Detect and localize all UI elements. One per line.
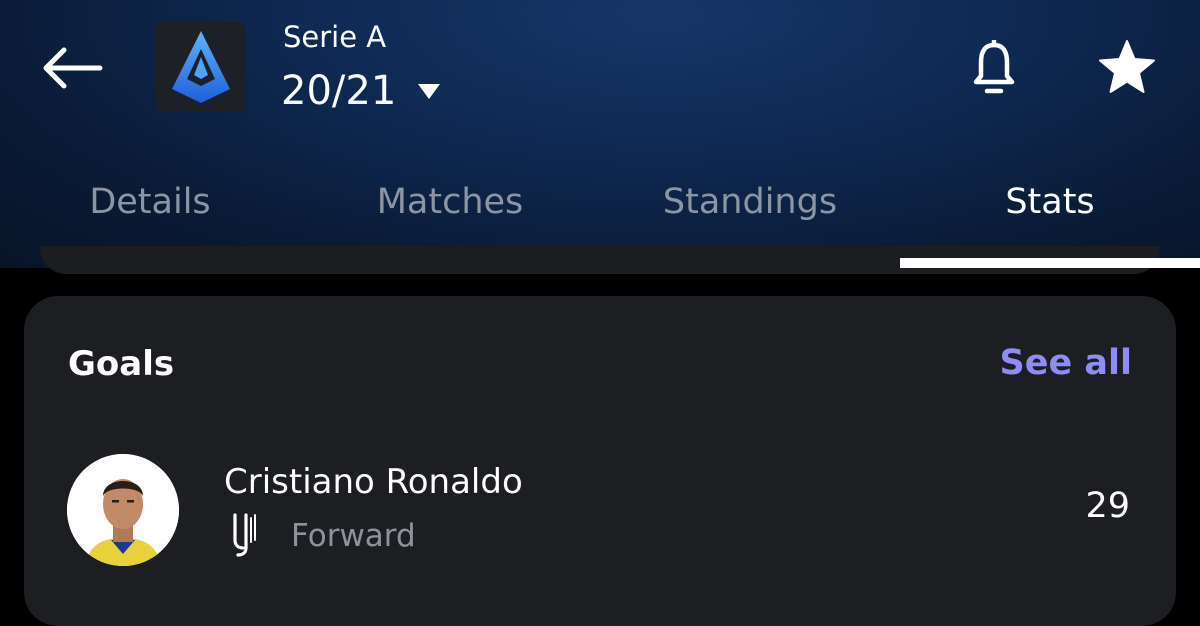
season-selector[interactable]: 20/21 [281, 66, 441, 116]
league-name: Serie A [283, 20, 387, 54]
tab-details[interactable]: Details [0, 160, 300, 244]
player-position: Forward [291, 518, 416, 554]
bell-icon [973, 40, 1015, 94]
player-goals-value: 29 [1085, 486, 1130, 526]
season-value: 20/21 [281, 68, 397, 114]
caret-down-icon [418, 83, 441, 99]
active-tab-indicator [900, 258, 1200, 268]
league-logo [156, 22, 246, 112]
tab-stats[interactable]: Stats [900, 160, 1200, 244]
card-title: Goals [68, 344, 175, 384]
goals-stat-card: Goals See all Cristiano Ronaldo Forward … [24, 296, 1176, 626]
see-all-link[interactable]: See all [1000, 340, 1132, 386]
notifications-button[interactable] [962, 36, 1026, 100]
player-row[interactable]: Cristiano Ronaldo Forward 29 [24, 446, 1176, 576]
team-logo [228, 512, 262, 558]
favorite-button[interactable] [1094, 34, 1160, 100]
player-name: Cristiano Ronaldo [224, 462, 523, 502]
avatar [67, 454, 179, 566]
player-photo [67, 454, 179, 566]
star-icon [1099, 40, 1155, 93]
arrow-left-icon [43, 47, 103, 89]
serie-a-logo [172, 31, 230, 103]
tab-matches[interactable]: Matches [300, 160, 600, 244]
juventus-logo [233, 513, 256, 557]
league-header: Serie A 20/21 Details Matches Standings … [0, 0, 1200, 268]
tab-standings[interactable]: Standings [600, 160, 900, 244]
back-button[interactable] [36, 36, 108, 100]
